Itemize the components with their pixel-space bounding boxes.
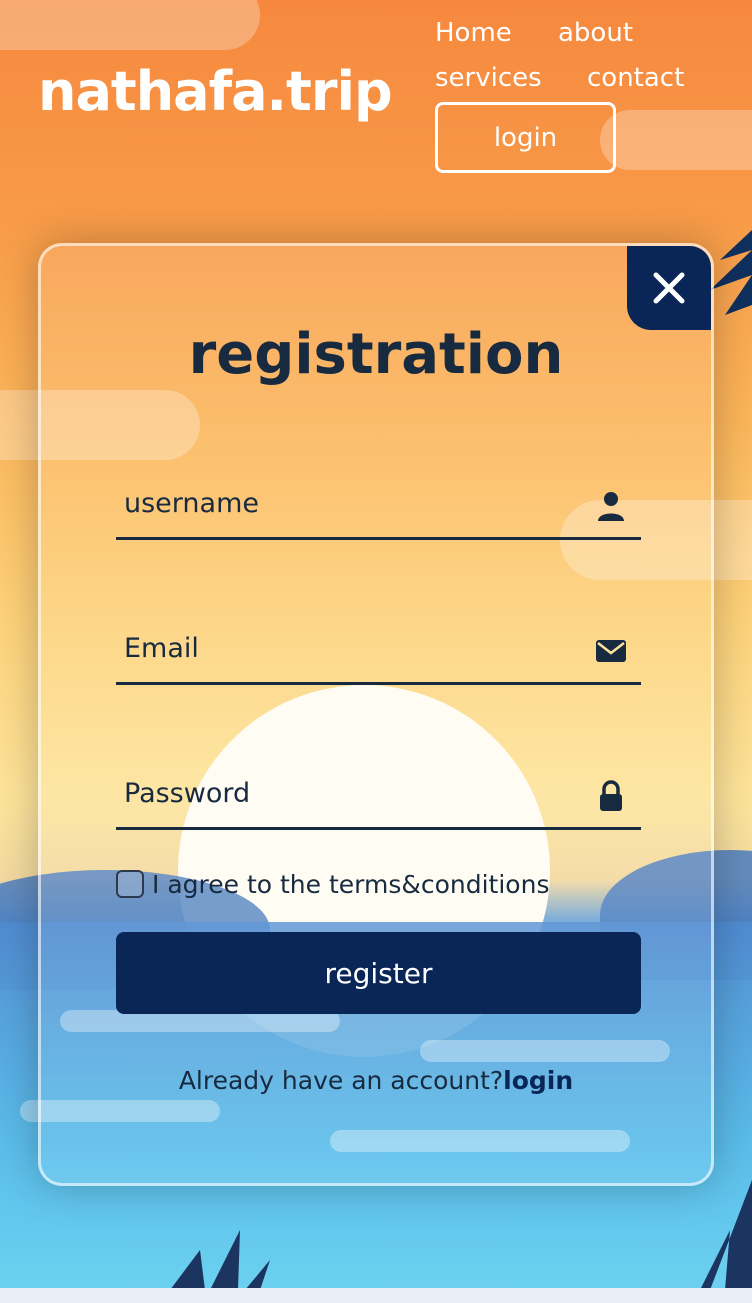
nav-home[interactable]: Home [435, 18, 512, 48]
login-button[interactable]: login [435, 102, 616, 173]
close-icon [653, 272, 685, 304]
cloud [0, 0, 260, 50]
grass-icon [700, 1180, 752, 1290]
user-icon [598, 492, 624, 521]
nav-about[interactable]: about [558, 18, 633, 48]
login-link[interactable]: login [503, 1066, 573, 1095]
password-input[interactable] [124, 760, 584, 827]
page-title: registration [188, 322, 564, 387]
login-prompt-text: Already have an account? [178, 1066, 504, 1095]
envelope-icon [596, 640, 626, 662]
login-prompt: Already have an account?login [41, 1066, 711, 1095]
register-button[interactable]: register [116, 932, 641, 1014]
cloud [600, 110, 752, 170]
lock-icon [600, 780, 622, 811]
brand-logo[interactable]: nathafa.trip [38, 60, 393, 123]
bottom-bar [0, 1288, 752, 1303]
username-input[interactable] [124, 470, 584, 537]
terms-agreement: I agree to the terms&conditions [116, 868, 549, 900]
email-input[interactable] [124, 615, 584, 682]
username-field-group [116, 470, 641, 540]
nav-contact[interactable]: contact [587, 63, 684, 93]
password-field-group [116, 760, 641, 830]
close-button[interactable] [627, 246, 711, 330]
nav-services[interactable]: services [435, 63, 542, 93]
grass-icon [170, 1230, 270, 1290]
terms-label[interactable]: I agree to the terms&conditions [152, 870, 549, 899]
registration-modal: registration I agree to the terms&condit… [38, 243, 714, 1186]
terms-checkbox[interactable] [116, 870, 144, 898]
email-field-group [116, 615, 641, 685]
